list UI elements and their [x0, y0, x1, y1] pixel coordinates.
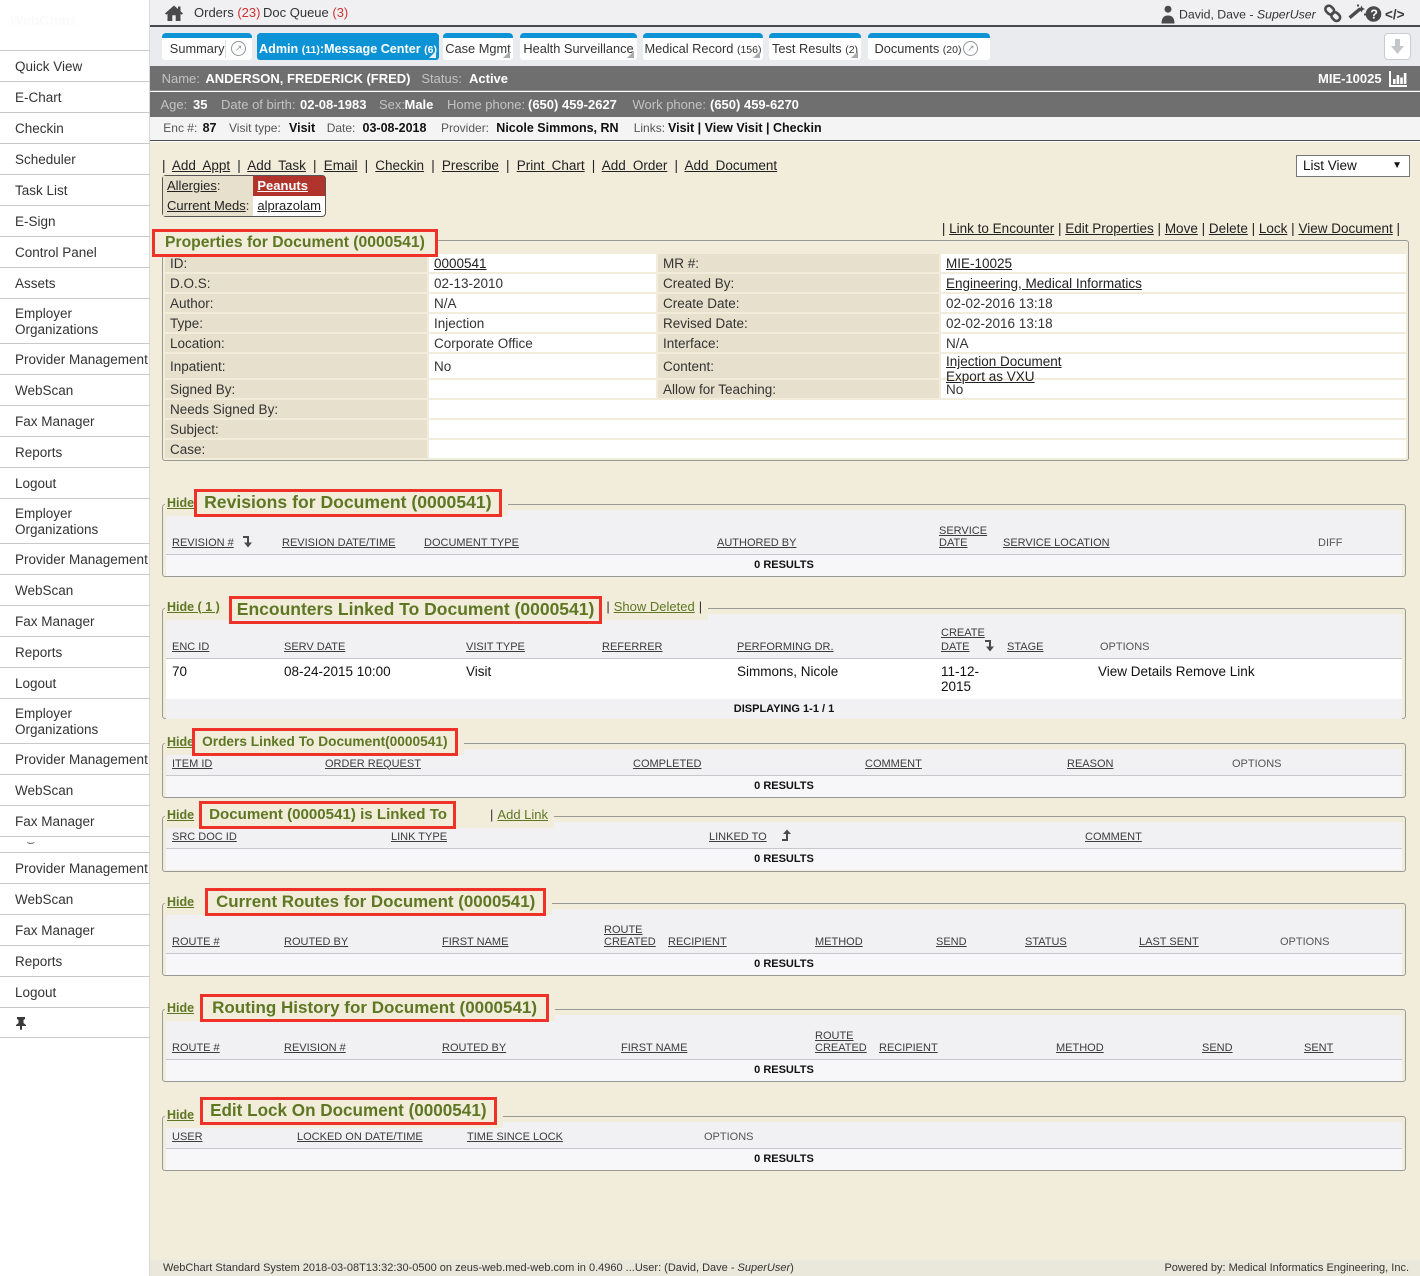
- svg-text:</>: </>: [1385, 7, 1405, 22]
- svg-text:David, Dave - SuperUser: David, Dave - SuperUser: [1179, 8, 1317, 22]
- svg-text:?: ?: [1370, 8, 1378, 22]
